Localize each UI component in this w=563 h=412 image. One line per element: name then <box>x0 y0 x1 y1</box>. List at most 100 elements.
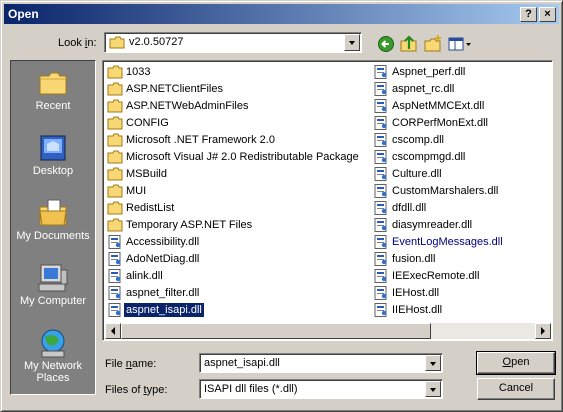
dll-file-icon <box>108 303 121 317</box>
close-button[interactable]: × <box>539 7 556 22</box>
item-name: MUI <box>126 185 147 197</box>
file-item[interactable]: Accessibility.dll <box>105 234 370 251</box>
dll-file-icon <box>374 269 387 283</box>
new-folder-icon <box>424 35 441 52</box>
item-name: ASP.NETWebAdminFiles <box>126 100 249 112</box>
file-type-dropdown-button[interactable] <box>425 381 441 397</box>
place-my-network-places[interactable]: My Network Places <box>11 323 95 393</box>
look-in-dropdown-button[interactable] <box>344 34 360 51</box>
place-label: My Network Places <box>23 360 83 384</box>
folder-icon <box>107 99 123 113</box>
file-item[interactable]: Aspnet_perf.dll <box>371 64 551 81</box>
dll-file-icon <box>108 286 121 300</box>
folder-item[interactable]: RedistList <box>105 200 370 217</box>
item-name: AspNetMMCExt.dll <box>392 100 485 112</box>
dll-file-icon <box>374 303 387 317</box>
folder-icon <box>109 36 125 49</box>
window-title: Open <box>8 7 39 21</box>
folder-item[interactable]: Microsoft Visual J# 2.0 Redistributable … <box>105 149 370 166</box>
file-item[interactable]: AdoNetDiag.dll <box>105 251 370 268</box>
folder-icon <box>107 201 123 215</box>
up-one-level-button[interactable] <box>399 34 419 54</box>
file-type-value: ISAPI dll files (*.dll) <box>204 383 298 395</box>
look-in-label: Look in: <box>58 37 97 49</box>
desktop-icon <box>40 135 66 161</box>
my-computer-icon <box>38 264 68 292</box>
folder-item[interactable]: 1033 <box>105 64 370 81</box>
up-folder-icon <box>400 35 417 52</box>
folder-item[interactable]: MSBuild <box>105 166 370 183</box>
horizontal-scrollbar[interactable] <box>105 323 551 339</box>
file-name-label: File name: <box>105 358 157 370</box>
file-item[interactable]: dfdll.dll <box>371 200 551 217</box>
item-name: CORPerfMonExt.dll <box>392 117 488 129</box>
file-item[interactable]: AspNetMMCExt.dll <box>371 98 551 115</box>
dll-file-icon <box>374 150 387 164</box>
place-desktop[interactable]: Desktop <box>11 128 95 192</box>
folder-item[interactable]: ASP.NETWebAdminFiles <box>105 98 370 115</box>
title-bar[interactable]: Open ? × <box>4 4 559 24</box>
item-name: aspnet_rc.dll <box>392 83 455 95</box>
file-item[interactable]: diasymreader.dll <box>371 217 551 234</box>
dll-file-icon <box>374 99 387 113</box>
help-button[interactable]: ? <box>520 7 537 22</box>
dll-file-icon <box>374 133 387 147</box>
place-my-documents[interactable]: My Documents <box>11 193 95 257</box>
scroll-left-button[interactable] <box>105 323 121 339</box>
folder-icon <box>107 65 123 79</box>
dll-file-icon <box>108 269 121 283</box>
file-item[interactable]: aspnet_filter.dll <box>105 285 370 302</box>
file-item[interactable]: cscomp.dll <box>371 132 551 149</box>
file-item[interactable]: aspnet_isapi.dll <box>105 302 370 319</box>
file-item[interactable]: Culture.dll <box>371 166 551 183</box>
dll-file-icon <box>374 82 387 96</box>
file-item[interactable]: IEHost.dll <box>371 285 551 302</box>
dll-file-icon <box>108 252 121 266</box>
folder-item[interactable]: Temporary ASP.NET Files <box>105 217 370 234</box>
place-label: Recent <box>35 100 71 112</box>
file-item[interactable]: IIEHost.dll <box>371 302 551 319</box>
dll-file-icon <box>374 65 387 79</box>
place-my-computer[interactable]: My Computer <box>11 258 95 322</box>
recent-icon <box>39 72 67 95</box>
file-type-combo[interactable]: ISAPI dll files (*.dll) <box>199 379 443 399</box>
folder-item[interactable]: MUI <box>105 183 370 200</box>
folder-item[interactable]: CONFIG <box>105 115 370 132</box>
item-name: cscompmgd.dll <box>392 151 466 163</box>
dll-file-icon <box>374 167 387 181</box>
open-button[interactable]: Open <box>476 351 556 375</box>
item-name: CONFIG <box>126 117 169 129</box>
item-name: alink.dll <box>126 270 163 282</box>
views-menu-button[interactable] <box>447 34 473 54</box>
file-item[interactable]: alink.dll <box>105 268 370 285</box>
scroll-thumb[interactable] <box>121 323 431 339</box>
cancel-button[interactable]: Cancel <box>477 378 555 400</box>
look-in-combo[interactable]: v2.0.50727 <box>104 32 362 53</box>
new-folder-button[interactable] <box>423 34 443 54</box>
file-item[interactable]: fusion.dll <box>371 251 551 268</box>
item-name: aspnet_isapi.dll <box>123 302 205 318</box>
item-name: AdoNetDiag.dll <box>126 253 200 265</box>
file-name-dropdown-button[interactable] <box>425 355 441 371</box>
back-button[interactable] <box>376 34 396 54</box>
folder-icon <box>107 167 123 181</box>
dll-file-icon <box>374 252 387 266</box>
file-item[interactable]: CORPerfMonExt.dll <box>371 115 551 132</box>
item-name: IIEHost.dll <box>392 304 443 316</box>
file-name-combo[interactable]: aspnet_isapi.dll <box>199 353 443 373</box>
file-item[interactable]: CustomMarshalers.dll <box>371 183 551 200</box>
file-item[interactable]: cscompmgd.dll <box>371 149 551 166</box>
place-label: Desktop <box>32 165 74 177</box>
file-item[interactable]: EventLogMessages.dll <box>371 234 551 251</box>
folder-item[interactable]: ASP.NETClientFiles <box>105 81 370 98</box>
place-recent[interactable]: Recent <box>11 63 95 127</box>
folder-item[interactable]: Microsoft .NET Framework 2.0 <box>105 132 370 149</box>
scroll-right-button[interactable] <box>535 323 551 339</box>
dll-file-icon <box>374 286 387 300</box>
file-list[interactable]: 1033 ASP.NETClientFiles ASP.NETWebAdminFil… <box>102 60 553 341</box>
file-item[interactable]: aspnet_rc.dll <box>371 81 551 98</box>
back-arrow-icon <box>378 36 394 52</box>
item-name: fusion.dll <box>392 253 436 265</box>
file-name-input[interactable]: aspnet_isapi.dll <box>204 357 280 369</box>
file-item[interactable]: IEExecRemote.dll <box>371 268 551 285</box>
